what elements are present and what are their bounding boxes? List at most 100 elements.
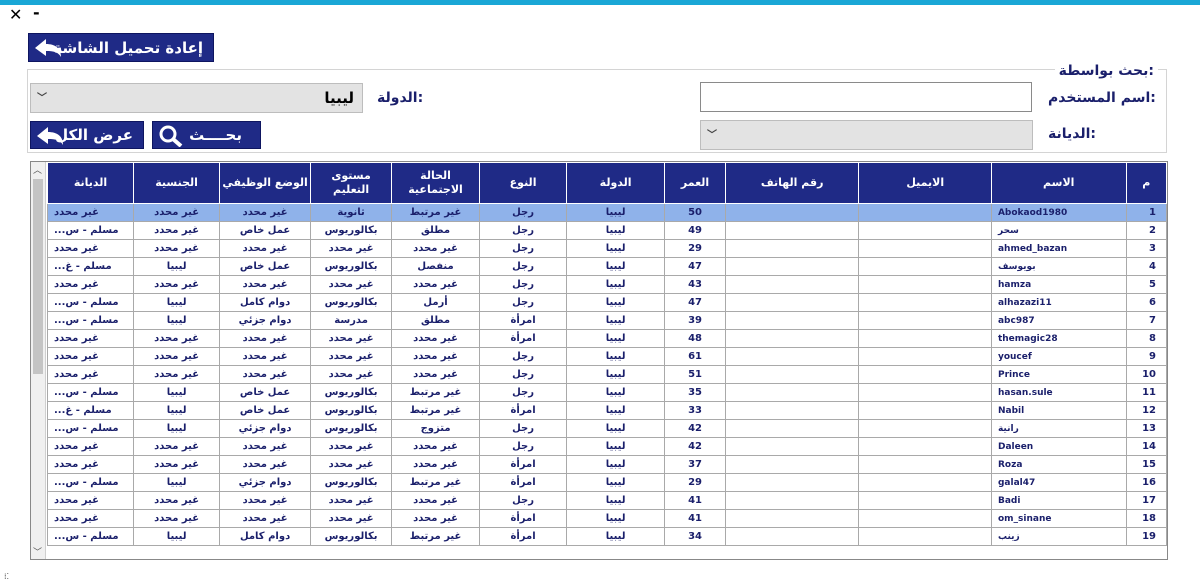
- table-cell[interactable]: 34: [664, 527, 726, 546]
- table-cell[interactable]: غير محدد: [310, 275, 393, 294]
- table-cell[interactable]: [858, 257, 992, 276]
- table-cell[interactable]: 8: [1125, 329, 1167, 348]
- table-cell[interactable]: ليبيا: [566, 401, 666, 420]
- close-icon[interactable]: ✕: [9, 7, 22, 23]
- table-cell[interactable]: ليبيا: [566, 293, 666, 312]
- column-header[interactable]: رقم الهاتف: [724, 162, 860, 204]
- column-header[interactable]: مستوى التعليم: [310, 162, 393, 204]
- table-row[interactable]: 16 galal47 29 ليبيا امرأة غير مرتبط بكالوريوس د…: [46, 473, 1167, 492]
- table-cell[interactable]: ليبيا: [133, 293, 221, 312]
- table-cell[interactable]: [858, 491, 992, 510]
- scroll-up-icon[interactable]: ︿: [33, 163, 42, 176]
- table-cell[interactable]: [858, 437, 992, 456]
- table-cell[interactable]: [724, 401, 860, 420]
- table-cell[interactable]: Abokaod1980: [990, 203, 1127, 222]
- table-cell[interactable]: ليبيا: [566, 311, 666, 330]
- table-cell[interactable]: مسلم - س...: [46, 311, 135, 330]
- table-cell[interactable]: امرأة: [479, 311, 568, 330]
- table-cell[interactable]: مطلق: [391, 221, 481, 240]
- table-cell[interactable]: مسلم - س...: [46, 527, 135, 546]
- table-cell[interactable]: 47: [664, 257, 726, 276]
- table-cell[interactable]: ليبيا: [566, 329, 666, 348]
- table-cell[interactable]: غير محدد: [391, 491, 481, 510]
- table-cell[interactable]: 9: [1125, 347, 1167, 366]
- table-cell[interactable]: 51: [664, 365, 726, 384]
- table-cell[interactable]: ليبيا: [566, 473, 666, 492]
- table-cell[interactable]: ليبيا: [566, 203, 666, 222]
- table-cell[interactable]: [724, 473, 860, 492]
- table-cell[interactable]: غير محدد: [310, 455, 393, 474]
- table-cell[interactable]: [724, 455, 860, 474]
- table-cell[interactable]: غير محدد: [310, 491, 393, 510]
- table-cell[interactable]: 47: [664, 293, 726, 312]
- column-header[interactable]: الحالة الاجتماعية: [391, 162, 481, 204]
- table-cell[interactable]: غير محدد: [219, 329, 312, 348]
- table-cell[interactable]: رجل: [479, 275, 568, 294]
- table-row[interactable]: 5 hamza 43 ليبيا رجل غير محدد غير محدد غير محدد…: [46, 275, 1167, 294]
- table-cell[interactable]: متزوج: [391, 419, 481, 438]
- table-cell[interactable]: رجل: [479, 239, 568, 258]
- table-cell[interactable]: 17: [1125, 491, 1167, 510]
- table-cell[interactable]: [858, 275, 992, 294]
- table-cell[interactable]: 49: [664, 221, 726, 240]
- table-cell[interactable]: ليبيا: [133, 473, 221, 492]
- table-cell[interactable]: [858, 419, 992, 438]
- table-cell[interactable]: ليبيا: [566, 383, 666, 402]
- table-cell[interactable]: [724, 419, 860, 438]
- show-all-button[interactable]: عرض الكل: [30, 121, 144, 149]
- table-cell[interactable]: ليبيا: [133, 527, 221, 546]
- table-cell[interactable]: امرأة: [479, 527, 568, 546]
- table-cell[interactable]: [858, 311, 992, 330]
- table-cell[interactable]: غير محدد: [133, 365, 221, 384]
- table-cell[interactable]: [724, 491, 860, 510]
- table-cell[interactable]: ليبيا: [566, 509, 666, 528]
- column-header[interactable]: الدولة: [566, 162, 666, 204]
- table-cell[interactable]: امرأة: [479, 401, 568, 420]
- table-cell[interactable]: امرأة: [479, 455, 568, 474]
- table-cell[interactable]: غير محدد: [391, 275, 481, 294]
- table-cell[interactable]: youcef: [990, 347, 1127, 366]
- table-row[interactable]: 2 سحر 49 ليبيا رجل مطلق بكالوريوس عمل خاص غير مح…: [46, 221, 1167, 240]
- table-cell[interactable]: أرمل: [391, 293, 481, 312]
- table-cell[interactable]: غير محدد: [46, 491, 135, 510]
- table-cell[interactable]: 16: [1125, 473, 1167, 492]
- table-cell[interactable]: غير محدد: [310, 239, 393, 258]
- table-cell[interactable]: Roza: [990, 455, 1127, 474]
- table-cell[interactable]: رانية: [990, 419, 1127, 438]
- table-cell[interactable]: 10: [1125, 365, 1167, 384]
- table-cell[interactable]: [724, 221, 860, 240]
- table-cell[interactable]: 37: [664, 455, 726, 474]
- table-cell[interactable]: رجل: [479, 437, 568, 456]
- table-cell[interactable]: [724, 347, 860, 366]
- table-cell[interactable]: [858, 509, 992, 528]
- table-row[interactable]: 17 Badi 41 ليبيا رجل غير محدد غير محدد غير محدد…: [46, 491, 1167, 510]
- table-cell[interactable]: 41: [664, 491, 726, 510]
- table-cell[interactable]: عمل خاص: [219, 383, 312, 402]
- column-header[interactable]: الجنسية: [133, 162, 221, 204]
- table-cell[interactable]: [858, 473, 992, 492]
- table-cell[interactable]: غير محدد: [46, 239, 135, 258]
- table-cell[interactable]: منفصل: [391, 257, 481, 276]
- minimize-icon[interactable]: -: [33, 5, 40, 21]
- table-cell[interactable]: [858, 401, 992, 420]
- table-cell[interactable]: 39: [664, 311, 726, 330]
- table-row[interactable]: 7 abc987 39 ليبيا امرأة مطلق مدرسة دوام جزئي ليب…: [46, 311, 1167, 330]
- table-cell[interactable]: Daleen: [990, 437, 1127, 456]
- table-cell[interactable]: [858, 383, 992, 402]
- table-cell[interactable]: امرأة: [479, 329, 568, 348]
- username-input[interactable]: [700, 82, 1032, 112]
- table-cell[interactable]: galal47: [990, 473, 1127, 492]
- table-cell[interactable]: رجل: [479, 347, 568, 366]
- table-cell[interactable]: 18: [1125, 509, 1167, 528]
- table-cell[interactable]: دوام كامل: [219, 293, 312, 312]
- table-cell[interactable]: [858, 365, 992, 384]
- table-cell[interactable]: مطلق: [391, 311, 481, 330]
- table-cell[interactable]: غير محدد: [46, 275, 135, 294]
- column-header[interactable]: العمر: [664, 162, 726, 204]
- religion-select[interactable]: ﹀: [700, 120, 1033, 150]
- table-cell[interactable]: 29: [664, 473, 726, 492]
- table-cell[interactable]: 33: [664, 401, 726, 420]
- table-cell[interactable]: 43: [664, 275, 726, 294]
- table-row[interactable]: 13 رانية 42 ليبيا رجل متزوج بكالوريوس دوام جزئي…: [46, 419, 1167, 438]
- scrollbar-thumb[interactable]: [33, 179, 43, 374]
